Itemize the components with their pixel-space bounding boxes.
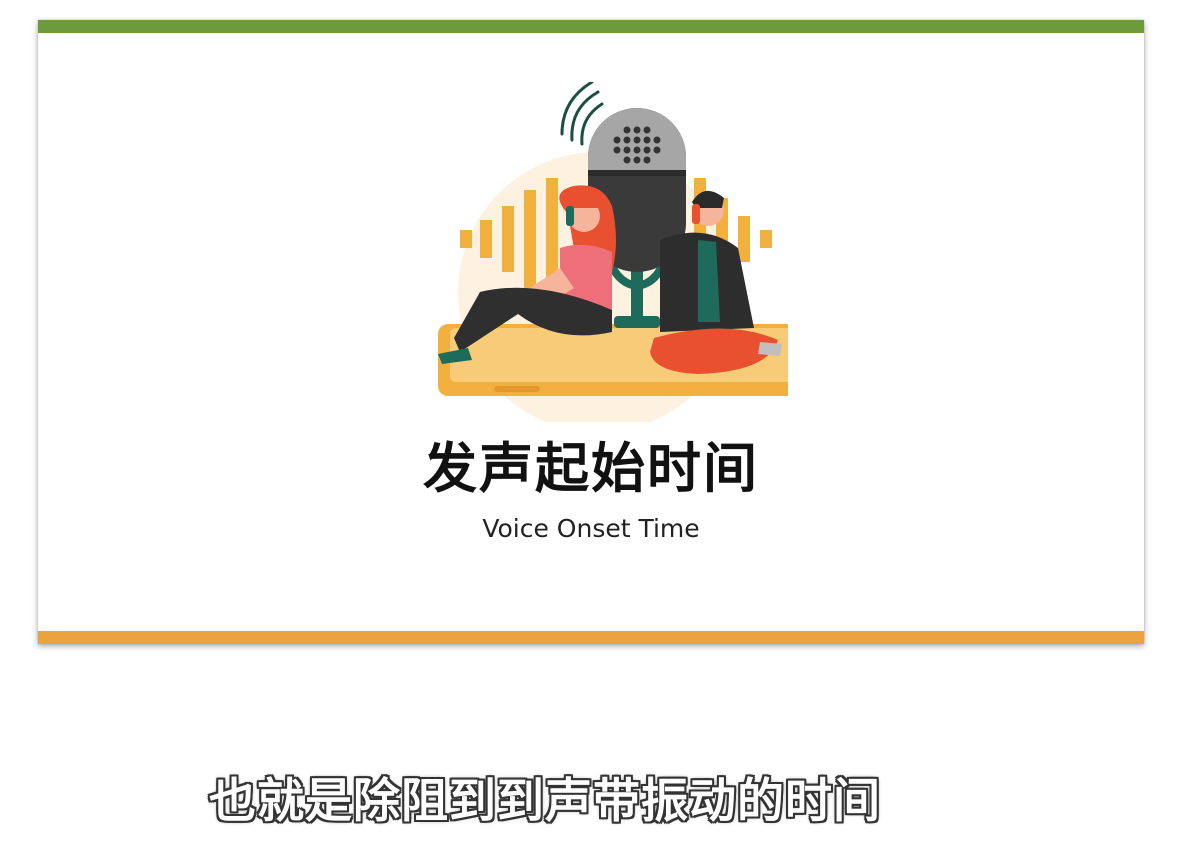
bottom-accent-bar	[38, 631, 1144, 644]
video-caption: 也就是除阻到到声带振动的时间	[209, 774, 881, 829]
presentation-slide: 发声起始时间 Voice Onset Time	[38, 20, 1144, 644]
slide-title: 发声起始时间	[423, 436, 759, 500]
slide-subtitle: Voice Onset Time	[482, 514, 700, 543]
podcast-microphone-illustration	[398, 80, 820, 432]
top-accent-bar	[38, 20, 1144, 33]
